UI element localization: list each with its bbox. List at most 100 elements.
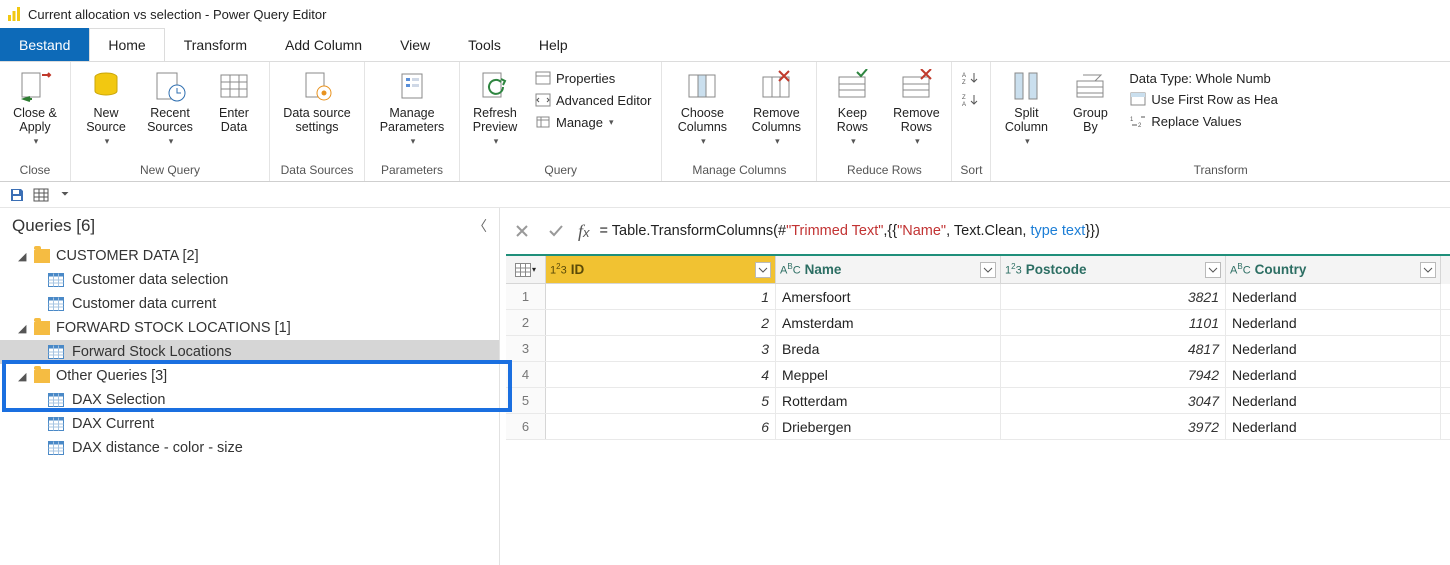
cell-name[interactable]: Rotterdam: [776, 388, 1001, 413]
keep-rows-button[interactable]: Keep Rows▾: [823, 66, 881, 150]
enter-data-button[interactable]: Enter Data: [205, 66, 263, 136]
menu-tab-tools[interactable]: Tools: [449, 28, 520, 61]
filter-dropdown-icon[interactable]: [980, 262, 996, 278]
cell-id[interactable]: 1: [546, 284, 776, 309]
save-icon[interactable]: [8, 186, 26, 204]
column-header-name[interactable]: ABCName: [776, 256, 1001, 284]
query-item-dax-distance[interactable]: DAX distance - color - size: [0, 436, 499, 460]
cell-postcode[interactable]: 1101: [1001, 310, 1226, 335]
cell-postcode[interactable]: 4817: [1001, 336, 1226, 361]
table-view-icon[interactable]: [32, 186, 50, 204]
split-column-button[interactable]: Split Column▾: [997, 66, 1055, 150]
query-item-customer-data-selection[interactable]: Customer data selection: [0, 268, 499, 292]
replace-values-button[interactable]: 12Replace Values: [1127, 111, 1279, 131]
formula-part: }}): [1085, 223, 1100, 239]
menu-tab-help[interactable]: Help: [520, 28, 587, 61]
query-group-customer-data[interactable]: ◢CUSTOMER DATA [2]: [0, 244, 499, 268]
cell-postcode[interactable]: 3047: [1001, 388, 1226, 413]
cell-name[interactable]: Amersfoort: [776, 284, 1001, 309]
query-item-dax-selection[interactable]: DAX Selection: [0, 388, 499, 412]
formula-enter-button[interactable]: [544, 219, 568, 243]
query-group-forward-stock[interactable]: ◢FORWARD STOCK LOCATIONS [1]: [0, 316, 499, 340]
close-apply-button[interactable]: Close & Apply ▾: [6, 66, 64, 150]
query-label: Forward Stock Locations: [72, 344, 232, 360]
cell-id[interactable]: 3: [546, 336, 776, 361]
data-type-dropdown[interactable]: Data Type: Whole Numb: [1127, 70, 1279, 87]
query-label: DAX Current: [72, 416, 154, 432]
cell-id[interactable]: 6: [546, 414, 776, 439]
filter-dropdown-icon[interactable]: [755, 262, 771, 278]
cell-name[interactable]: Amsterdam: [776, 310, 1001, 335]
cell-postcode[interactable]: 3821: [1001, 284, 1226, 309]
new-source-button[interactable]: New Source▾: [77, 66, 135, 150]
cell-country[interactable]: Nederland: [1226, 336, 1441, 361]
table-row[interactable]: 11Amersfoort3821Nederland: [506, 284, 1450, 310]
caret-icon: ▾: [775, 134, 780, 148]
cell-country[interactable]: Nederland: [1226, 310, 1441, 335]
choose-columns-button[interactable]: Choose Columns▾: [668, 66, 736, 150]
column-header-id[interactable]: 123ID: [546, 256, 776, 284]
menu-tab-add-column[interactable]: Add Column: [266, 28, 381, 61]
column-header-postcode[interactable]: 123Postcode: [1001, 256, 1226, 284]
qat-customize-icon[interactable]: ⏷: [56, 186, 74, 204]
row-number[interactable]: 6: [506, 414, 546, 439]
cell-country[interactable]: Nederland: [1226, 414, 1441, 439]
row-number[interactable]: 5: [506, 388, 546, 413]
caret-icon: ▾: [915, 134, 920, 148]
cell-name[interactable]: Meppel: [776, 362, 1001, 387]
cell-id[interactable]: 5: [546, 388, 776, 413]
cell-country[interactable]: Nederland: [1226, 284, 1441, 309]
row-number[interactable]: 2: [506, 310, 546, 335]
fx-icon[interactable]: fx: [578, 221, 590, 242]
button-label: Remove Rows: [893, 106, 940, 134]
cell-name[interactable]: Driebergen: [776, 414, 1001, 439]
query-item-dax-current[interactable]: DAX Current: [0, 412, 499, 436]
menu-tab-home[interactable]: Home: [89, 28, 164, 61]
row-number[interactable]: 1: [506, 284, 546, 309]
query-group-other-queries[interactable]: ◢Other Queries [3]: [0, 364, 499, 388]
refresh-preview-button[interactable]: Refresh Preview▾: [466, 66, 524, 150]
ribbon-group-label: Reduce Rows: [817, 161, 951, 181]
remove-rows-button[interactable]: Remove Rows▾: [887, 66, 945, 150]
use-first-row-button[interactable]: Use First Row as Hea: [1127, 89, 1279, 109]
column-title: ID: [571, 262, 585, 277]
remove-columns-button[interactable]: Remove Columns▾: [742, 66, 810, 150]
column-header-country[interactable]: ABCCountry: [1226, 256, 1441, 284]
filter-dropdown-icon[interactable]: [1420, 262, 1436, 278]
table-row[interactable]: 55Rotterdam3047Nederland: [506, 388, 1450, 414]
data-source-settings-button[interactable]: Data source settings: [276, 66, 358, 136]
table-row[interactable]: 22Amsterdam1101Nederland: [506, 310, 1450, 336]
filter-dropdown-icon[interactable]: [1205, 262, 1221, 278]
menu-tab-transform[interactable]: Transform: [165, 28, 266, 61]
cell-postcode[interactable]: 3972: [1001, 414, 1226, 439]
sort-desc-button[interactable]: ZA: [960, 90, 982, 110]
grid-corner-button[interactable]: ▾: [506, 256, 546, 284]
query-item-customer-data-current[interactable]: Customer data current: [0, 292, 499, 316]
sort-asc-button[interactable]: AZ: [960, 68, 982, 88]
cell-id[interactable]: 4: [546, 362, 776, 387]
menu-tab-bestand[interactable]: Bestand: [0, 28, 89, 61]
group-by-button[interactable]: Group By: [1061, 66, 1119, 136]
formula-cancel-button[interactable]: [510, 219, 534, 243]
table-row[interactable]: 33Breda4817Nederland: [506, 336, 1450, 362]
sidebar-collapse-icon[interactable]: 〈: [473, 216, 487, 236]
cell-postcode[interactable]: 7942: [1001, 362, 1226, 387]
menu-tab-view[interactable]: View: [381, 28, 449, 61]
cell-name[interactable]: Breda: [776, 336, 1001, 361]
cell-country[interactable]: Nederland: [1226, 388, 1441, 413]
formula-text[interactable]: = Table.TransformColumns(#"Trimmed Text"…: [600, 223, 1100, 239]
table-row[interactable]: 66Driebergen3972Nederland: [506, 414, 1450, 440]
cell-country[interactable]: Nederland: [1226, 362, 1441, 387]
sort-asc-icon: AZ: [962, 69, 980, 87]
table-row[interactable]: 44Meppel7942Nederland: [506, 362, 1450, 388]
recent-sources-button[interactable]: Recent Sources▾: [141, 66, 199, 150]
cell-id[interactable]: 2: [546, 310, 776, 335]
properties-button[interactable]: Properties: [532, 68, 653, 88]
query-item-forward-stock-locations[interactable]: Forward Stock Locations: [0, 340, 499, 364]
row-number[interactable]: 3: [506, 336, 546, 361]
row-number[interactable]: 4: [506, 362, 546, 387]
button-label: Data Type: Whole Numb: [1129, 71, 1270, 86]
manage-parameters-button[interactable]: Manage Parameters▾: [371, 66, 453, 150]
advanced-editor-button[interactable]: Advanced Editor: [532, 90, 653, 110]
manage-button[interactable]: Manage▾: [532, 112, 653, 132]
